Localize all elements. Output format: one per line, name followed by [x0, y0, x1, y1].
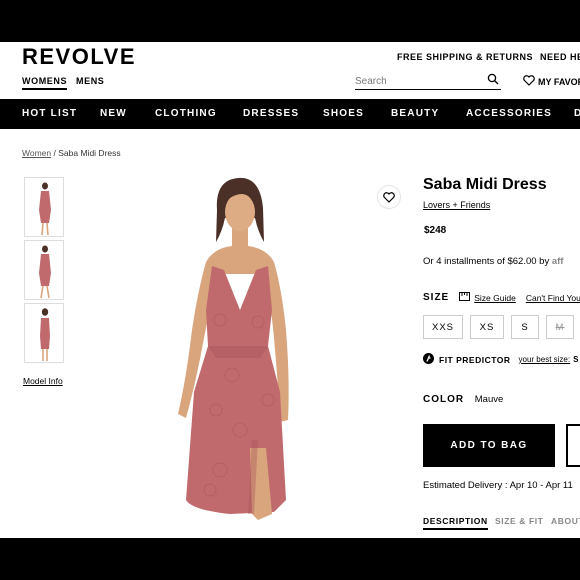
color-row: COLOR Mauve — [423, 394, 503, 405]
nav-new[interactable]: NEW — [100, 108, 127, 119]
breadcrumb-women[interactable]: Women — [22, 148, 51, 158]
top-black-bar — [0, 0, 580, 42]
nav-designers[interactable]: D — [574, 108, 580, 119]
size-option-xs[interactable]: XS — [470, 315, 504, 339]
womens-tab[interactable]: WOMENS — [22, 76, 68, 90]
my-favorites-link[interactable]: MY FAVOR — [523, 75, 580, 88]
nav-clothing[interactable]: CLOTHING — [155, 108, 217, 119]
free-shipping-link[interactable]: FREE SHIPPING & RETURNS — [397, 52, 533, 62]
bottom-black-bar — [0, 538, 580, 580]
size-option-m[interactable]: M — [546, 315, 574, 339]
size-label: SIZE — [423, 292, 450, 303]
nav-shoes[interactable]: SHOES — [323, 108, 364, 119]
installments-text: Or 4 installments of $62.00 by aff — [423, 256, 563, 267]
size-guide-link[interactable]: Size Guide — [474, 293, 516, 303]
nav-beauty[interactable]: BEAUTY — [391, 108, 439, 119]
product-name: Saba Midi Dress — [423, 176, 547, 193]
color-label: COLOR — [423, 394, 465, 405]
ruler-icon — [459, 292, 471, 303]
heart-icon — [383, 191, 395, 203]
size-option-s[interactable]: S — [511, 315, 539, 339]
wishlist-button[interactable] — [566, 424, 580, 467]
size-row: SIZE Size Guide Can't Find Your — [423, 292, 580, 303]
breadcrumb-current: Saba Midi Dress — [58, 148, 121, 158]
tab-about[interactable]: ABOUT — [551, 516, 580, 526]
product-price: $248 — [424, 225, 447, 236]
fit-predictor[interactable]: FIT PREDICTOR your best size: S — [423, 353, 578, 366]
brand-link[interactable]: Lovers + Friends — [423, 200, 490, 210]
favorites-label: MY FAVOR — [538, 76, 580, 87]
fit-predictor-label: FIT PREDICTOR — [439, 354, 511, 365]
thumbnail-back[interactable] — [24, 303, 64, 363]
product-page: REVOLVE WOMENS MENS FREE SHIPPING & RETU… — [0, 42, 580, 538]
fit-predictor-icon — [423, 353, 434, 366]
tab-description[interactable]: DESCRIPTION — [423, 516, 488, 530]
size-option-xxs[interactable]: XXS — [423, 315, 463, 339]
estimated-delivery: Estimated Delivery : Apr 10 - Apr 11 — [423, 480, 573, 491]
breadcrumb-separator: / — [53, 148, 56, 158]
revolve-logo[interactable]: REVOLVE — [22, 44, 136, 70]
best-size-label[interactable]: your best size: — [519, 355, 571, 364]
nav-hot-list[interactable]: HOT LIST — [22, 108, 77, 119]
installments-label: Or 4 installments of $62.00 by — [423, 256, 550, 267]
breadcrumb: Women / Saba Midi Dress — [22, 148, 121, 158]
search-bar[interactable] — [355, 71, 501, 90]
model-info-link[interactable]: Model Info — [23, 376, 63, 386]
nav-accessories[interactable]: ACCESSORIES — [466, 108, 552, 119]
color-value: Mauve — [474, 394, 504, 405]
need-help-link[interactable]: NEED HE — [540, 52, 580, 62]
nav-dresses[interactable]: DRESSES — [243, 108, 299, 119]
main-product-image[interactable] — [120, 170, 410, 538]
tab-size-fit[interactable]: SIZE & FIT — [495, 516, 544, 526]
main-nav: HOT LIST NEW CLOTHING DRESSES SHOES BEAU… — [0, 99, 580, 129]
affirm-logo[interactable]: aff — [552, 256, 564, 267]
add-to-wishlist-icon[interactable] — [377, 185, 401, 209]
search-input[interactable] — [355, 74, 475, 87]
mens-tab[interactable]: MENS — [76, 76, 104, 86]
best-size-value: S — [573, 355, 579, 364]
thumbnail-front[interactable] — [24, 177, 64, 237]
search-icon[interactable] — [487, 72, 499, 90]
add-to-bag-button[interactable]: ADD TO BAG — [423, 424, 555, 467]
heart-icon — [523, 75, 535, 88]
cant-find-size-link[interactable]: Can't Find Your — [526, 293, 580, 303]
thumbnail-side[interactable] — [24, 240, 64, 300]
